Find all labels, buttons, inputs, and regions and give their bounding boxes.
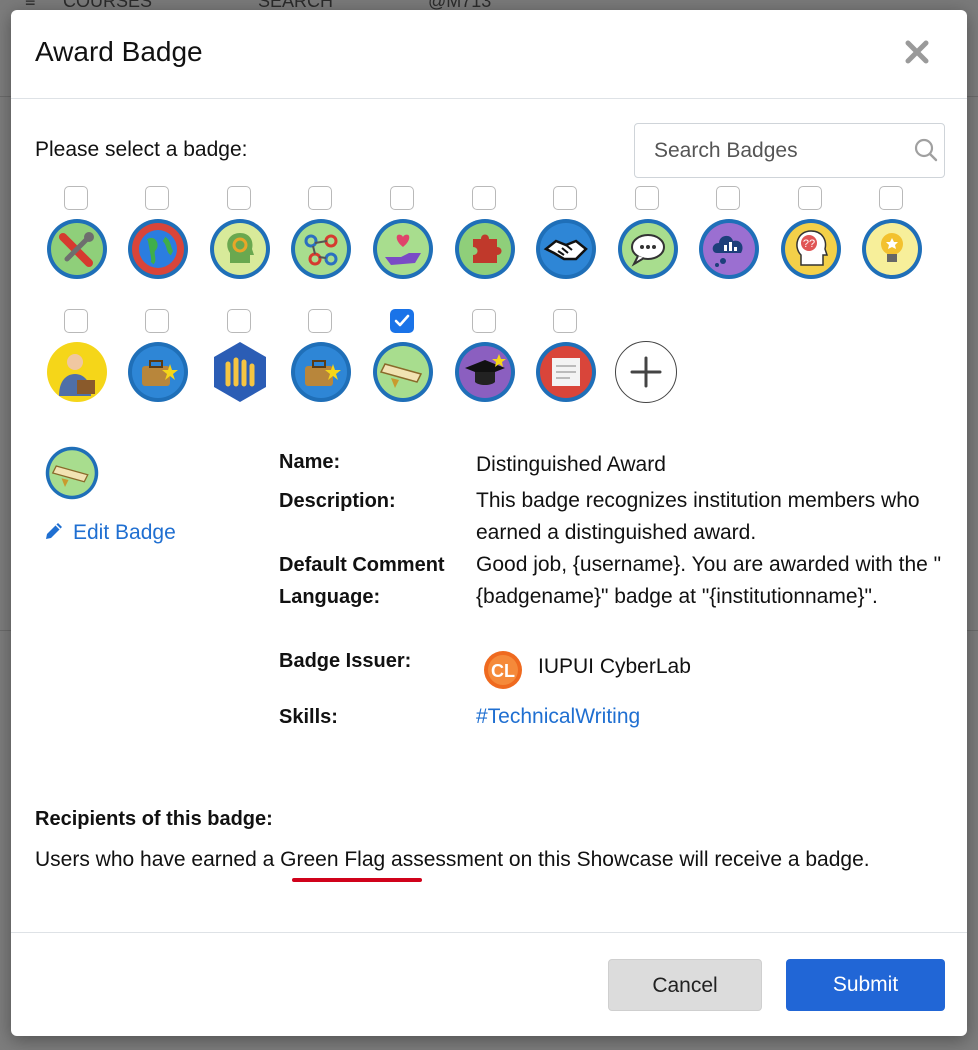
background-divider	[967, 630, 978, 631]
lightbulb-badge-icon[interactable]	[860, 217, 924, 281]
close-icon[interactable]	[901, 36, 933, 68]
selected-badge-icon	[44, 445, 100, 501]
puzzle-piece-badge-icon[interactable]	[453, 217, 517, 281]
user-nav-text: @M713	[428, 0, 492, 10]
comment-label-line2: Language:	[279, 586, 381, 608]
question-head-badge-icon[interactable]: ??	[779, 217, 843, 281]
select-badge-label: Please select a badge:	[35, 138, 248, 161]
recipients-title: Recipients of this badge:	[35, 808, 273, 830]
globe-badge-icon[interactable]	[126, 217, 190, 281]
badge-checkbox-12[interactable]	[64, 309, 88, 333]
cancel-button[interactable]: Cancel	[608, 959, 762, 1011]
skills-label: Skills:	[279, 706, 338, 728]
professional-badge-icon[interactable]	[45, 340, 109, 404]
name-value: Distinguished Award	[476, 453, 666, 476]
plus-icon	[630, 356, 662, 388]
badge-checkbox-15[interactable]	[308, 309, 332, 333]
certificate-scroll-badge-icon[interactable]	[534, 340, 598, 404]
badge-checkbox-18[interactable]	[553, 309, 577, 333]
description-value: This badge recognizes institution member…	[476, 489, 920, 544]
badge-checkbox-10[interactable]	[798, 186, 822, 210]
badge-checkbox-13[interactable]	[145, 309, 169, 333]
search-icon	[914, 138, 938, 162]
badge-checkbox-16[interactable]	[390, 309, 414, 333]
skill-tag-link[interactable]: #TechnicalWriting	[476, 705, 640, 729]
add-badge-button[interactable]	[615, 341, 677, 403]
search-nav-text: SEARCH	[258, 0, 334, 10]
chat-bubble-badge-icon[interactable]	[616, 217, 680, 281]
edit-badge-label: Edit Badge	[73, 521, 176, 544]
name-label: Name:	[279, 451, 341, 473]
modal-title: Award Badge	[35, 36, 203, 67]
heart-hand-badge-icon[interactable]	[371, 217, 435, 281]
background-divider	[967, 96, 978, 97]
checkmark-icon	[394, 314, 410, 327]
issuer-logo-text: CL	[491, 661, 515, 681]
badge-checkbox-5[interactable]	[390, 186, 414, 210]
mind-refresh-badge-icon[interactable]	[208, 217, 272, 281]
menu-text: ≡	[25, 0, 36, 10]
background-topbar: ≡ COURSES SEARCH @M713	[0, 0, 978, 10]
badge-checkbox-6[interactable]	[472, 186, 496, 210]
search-badges-box	[634, 123, 945, 178]
issuer-label: Badge Issuer:	[279, 650, 412, 672]
badge-checkbox-17[interactable]	[472, 309, 496, 333]
modal-header: Award Badge	[11, 10, 967, 99]
green-flag-underline	[292, 878, 422, 882]
badge-checkbox-2[interactable]	[145, 186, 169, 210]
edit-badge-link[interactable]: Edit Badge	[43, 520, 176, 545]
background-divider	[0, 96, 11, 97]
badge-checkbox-7[interactable]	[553, 186, 577, 210]
network-nodes-badge-icon[interactable]	[289, 217, 353, 281]
description-label: Description:	[279, 490, 396, 512]
issuer-logo: CL	[481, 650, 525, 694]
badge-checkbox-4[interactable]	[308, 186, 332, 210]
courses-nav-text: COURSES	[63, 0, 153, 10]
raised-hands-badge-icon[interactable]	[208, 340, 272, 404]
comment-label-line1: Default Comment	[279, 554, 445, 576]
recipients-text: Users who have earned a Green Flag asses…	[35, 848, 870, 871]
graduation-cap-badge-icon[interactable]	[453, 340, 517, 404]
modal-footer: Cancel Submit	[11, 932, 967, 1036]
badge-checkbox-8[interactable]	[635, 186, 659, 210]
badge-checkbox-14[interactable]	[227, 309, 251, 333]
tools-badge-icon[interactable]	[45, 217, 109, 281]
pencil-icon	[46, 523, 62, 539]
briefcase-star-badge-icon[interactable]	[126, 340, 190, 404]
badge-checkbox-11[interactable]	[879, 186, 903, 210]
handshake-badge-icon[interactable]	[534, 217, 598, 281]
briefcase-star-badge-2-icon[interactable]	[289, 340, 353, 404]
search-badges-input[interactable]	[635, 124, 914, 177]
badge-checkbox-9[interactable]	[716, 186, 740, 210]
issuer-name: IUPUI CyberLab	[538, 655, 691, 678]
svg-text:??: ??	[803, 238, 815, 250]
diploma-scroll-badge-icon[interactable]	[371, 340, 435, 404]
badge-checkbox-3[interactable]	[227, 186, 251, 210]
badge-checkbox-1[interactable]	[64, 186, 88, 210]
cloud-data-badge-icon[interactable]	[697, 217, 761, 281]
comment-value: Good job, {username}. You are awarded wi…	[476, 553, 942, 608]
award-badge-modal: Award Badge Please select a badge: Searc…	[11, 10, 967, 1036]
background-divider	[0, 630, 11, 631]
submit-button[interactable]: Submit	[786, 959, 945, 1011]
